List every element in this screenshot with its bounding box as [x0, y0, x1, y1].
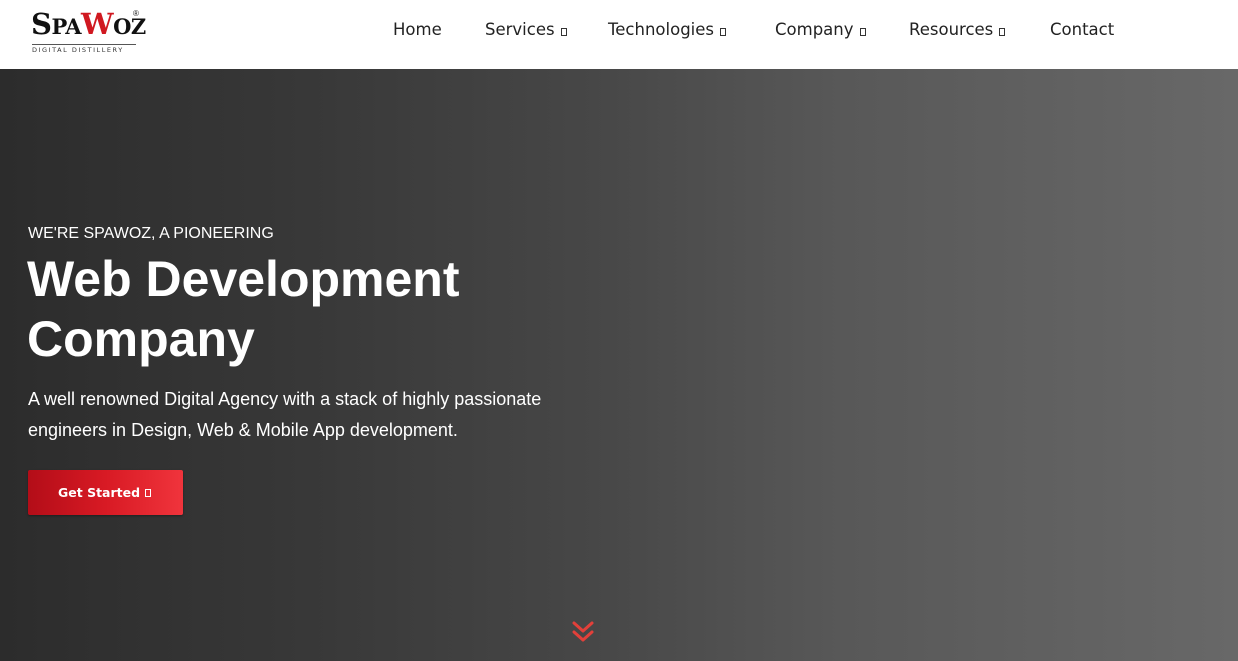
arrow-right-icon	[145, 489, 151, 497]
nav-item-label: Services	[485, 20, 555, 39]
nav-item-services[interactable]: Services	[485, 19, 567, 41]
double-chevron-down-icon[interactable]	[570, 620, 596, 646]
hero-title: Web Development Company	[27, 249, 587, 369]
hero-description: A well renowned Digital Agency with a st…	[28, 384, 588, 446]
nav-item-technologies[interactable]: Technologies	[608, 19, 726, 41]
nav-item-label: Company	[775, 20, 854, 39]
hero-description-line: engineers in Design, Web & Mobile App de…	[28, 420, 458, 440]
get-started-label: Get Started	[58, 485, 141, 500]
nav-item-resources[interactable]: Resources	[909, 19, 1006, 41]
dropdown-caret-icon	[999, 28, 1006, 36]
hero-title-line: Web Development	[27, 251, 460, 307]
nav-item-label: Contact	[1050, 20, 1115, 39]
nav-item-label: Home	[393, 20, 442, 39]
dropdown-caret-icon	[720, 28, 726, 36]
dropdown-caret-icon	[859, 28, 866, 36]
main-nav: Home Services Technologies Company Resou…	[0, 0, 1238, 69]
site-header: SPAWOZ ® DIGITAL DISTILLERY Home Service…	[0, 0, 1238, 69]
nav-item-label: Resources	[909, 20, 994, 39]
hero-section: WE'RE SPAWOZ, A PIONEERING Web Developme…	[0, 69, 1238, 661]
nav-item-home[interactable]: Home	[393, 19, 442, 41]
hero-title-line: Company	[27, 311, 255, 367]
hero-description-line: A well renowned Digital Agency with a st…	[28, 389, 542, 409]
get-started-button[interactable]: Get Started	[28, 470, 183, 515]
dropdown-caret-icon	[560, 28, 567, 36]
nav-item-contact[interactable]: Contact	[1050, 19, 1114, 41]
hero-kicker: WE'RE SPAWOZ, A PIONEERING	[28, 225, 274, 242]
nav-item-label: Technologies	[608, 20, 714, 39]
nav-item-company[interactable]: Company	[775, 19, 866, 41]
